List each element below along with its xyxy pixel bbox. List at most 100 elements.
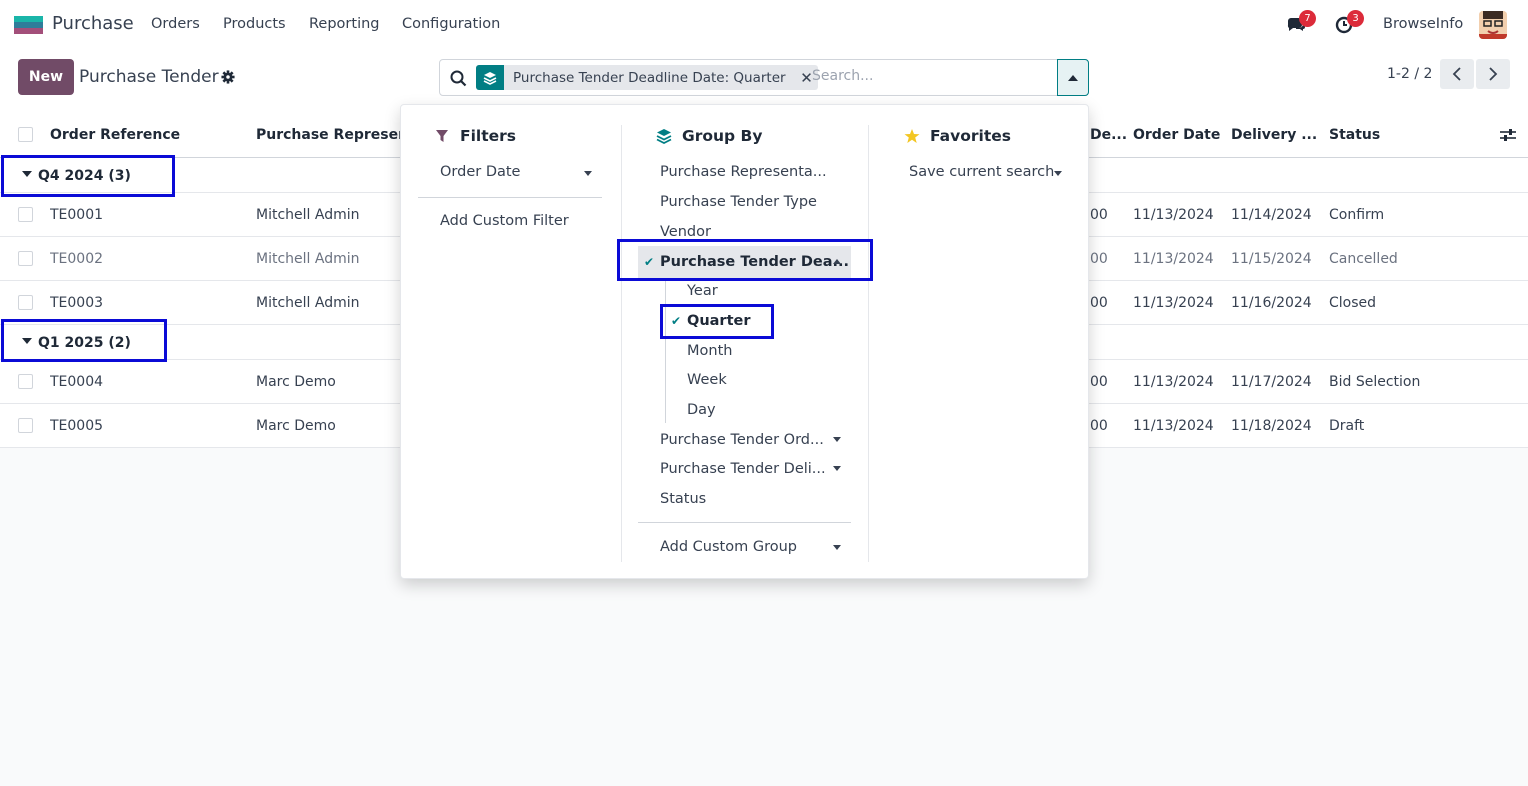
interval-year[interactable]: Year	[687, 283, 718, 299]
pager-value[interactable]: 1-2 / 2	[1387, 66, 1432, 82]
interval-week[interactable]: Week	[687, 372, 727, 388]
apps-menu-icon[interactable]	[14, 16, 43, 34]
cell-order-date: 11/13/2024	[1133, 207, 1214, 223]
column-purchase-representative[interactable]: Purchase Represent	[256, 127, 406, 143]
messages-badge: 7	[1299, 10, 1316, 27]
filters-divider	[418, 197, 602, 198]
add-custom-group[interactable]: Add Custom Group	[660, 539, 797, 555]
groupby-divider	[638, 522, 851, 523]
favorites-title: Favorites	[904, 127, 1011, 145]
check-icon: ✔	[644, 255, 655, 269]
cell-order-date: 11/13/2024	[1133, 295, 1214, 311]
interval-day[interactable]: Day	[687, 402, 716, 418]
row-checkbox[interactable]	[18, 418, 33, 433]
cell-status: Draft	[1329, 418, 1365, 434]
cell-order-date: 11/13/2024	[1133, 374, 1214, 390]
add-custom-filter[interactable]: Add Custom Filter	[440, 213, 569, 229]
chevron-left-icon	[1452, 67, 1461, 81]
menu-orders[interactable]: Orders	[151, 16, 200, 32]
user-avatar[interactable]	[1479, 11, 1507, 39]
caret-up-icon[interactable]	[833, 259, 841, 264]
cell-order-reference: TE0002	[50, 251, 104, 267]
toggle-search-panel-button[interactable]	[1057, 59, 1089, 96]
caret-down-icon[interactable]	[1054, 171, 1062, 176]
caret-down-icon[interactable]	[833, 545, 841, 550]
select-all-checkbox[interactable]	[18, 127, 33, 142]
column-delivery-date[interactable]: Delivery ...	[1231, 127, 1317, 143]
save-current-search[interactable]: Save current search	[909, 164, 1054, 180]
caret-down-icon[interactable]	[833, 466, 841, 471]
row-checkbox[interactable]	[18, 207, 33, 222]
cell-purchase-representative: Mitchell Admin	[256, 295, 360, 311]
group-label: Q1 2025 (2)	[22, 335, 131, 351]
cell-order-reference: TE0001	[50, 207, 104, 223]
interval-month[interactable]: Month	[687, 343, 732, 359]
column-status[interactable]: Status	[1329, 127, 1380, 143]
cell-status: Closed	[1329, 295, 1377, 311]
interval-guide-line	[665, 281, 666, 423]
groupby-status[interactable]: Status	[660, 491, 706, 507]
row-checkbox[interactable]	[18, 374, 33, 389]
groupby-purchase-tender-delivery-date[interactable]: Purchase Tender Deli...	[660, 461, 826, 477]
facet-label: Purchase Tender Deadline Date: Quarter	[513, 69, 786, 86]
column-divider	[621, 125, 622, 562]
column-deadline[interactable]: De...	[1090, 127, 1127, 143]
groupby-purchase-tender-type[interactable]: Purchase Tender Type	[660, 194, 817, 210]
activities-badge: 3	[1347, 10, 1364, 27]
cell-deadline: 00	[1090, 374, 1108, 390]
pager-next-button[interactable]	[1476, 59, 1510, 89]
optional-columns-sliders-icon[interactable]	[1500, 128, 1516, 142]
cell-deadline: 00	[1090, 295, 1108, 311]
caret-down-icon	[22, 338, 32, 344]
activities-button[interactable]: 3	[1334, 10, 1364, 34]
top-navbar: Purchase Orders Products Reporting Confi…	[0, 0, 1528, 49]
menu-configuration[interactable]: Configuration	[402, 16, 500, 32]
messages-button[interactable]: 7	[1285, 10, 1316, 34]
column-order-date[interactable]: Order Date	[1133, 127, 1220, 143]
new-button[interactable]: New	[18, 59, 74, 95]
caret-up-icon	[1068, 74, 1078, 81]
cell-delivery-date: 11/15/2024	[1231, 251, 1312, 267]
menu-products[interactable]: Products	[223, 16, 286, 32]
group-label: Q4 2024 (3)	[22, 168, 131, 184]
user-face-icon	[1479, 11, 1507, 39]
groupby-purchase-tender-order-date[interactable]: Purchase Tender Ord...	[660, 432, 824, 448]
cell-delivery-date: 11/16/2024	[1231, 295, 1312, 311]
search-facet: Purchase Tender Deadline Date: Quarter ✕	[476, 65, 818, 90]
funnel-icon	[436, 130, 448, 142]
groupby-vendor[interactable]: Vendor	[660, 224, 711, 240]
cell-order-date: 11/13/2024	[1133, 251, 1214, 267]
breadcrumb-title: Purchase Tender	[79, 67, 219, 87]
caret-down-icon[interactable]	[584, 171, 592, 176]
column-order-reference[interactable]: Order Reference	[50, 127, 180, 143]
groupby-purchase-representative[interactable]: Purchase Representa...	[660, 164, 827, 180]
cell-order-reference: TE0004	[50, 374, 104, 390]
groupby-purchase-tender-deadline[interactable]: Purchase Tender Dea...	[660, 254, 849, 270]
cell-deadline: 00	[1090, 418, 1108, 434]
cell-delivery-date: 11/14/2024	[1231, 207, 1312, 223]
gear-icon[interactable]	[221, 70, 235, 84]
company-switcher[interactable]: BrowseInfo	[1383, 16, 1463, 32]
interval-quarter[interactable]: Quarter	[687, 313, 751, 329]
cell-deadline: 00	[1090, 207, 1108, 223]
cell-purchase-representative: Marc Demo	[256, 418, 336, 434]
caret-down-icon[interactable]	[833, 437, 841, 442]
cell-purchase-representative: Mitchell Admin	[256, 251, 360, 267]
column-divider	[868, 125, 869, 562]
layers-icon	[476, 65, 504, 90]
search-icon[interactable]	[450, 70, 467, 87]
filter-order-date[interactable]: Order Date	[440, 164, 520, 180]
row-checkbox[interactable]	[18, 295, 33, 310]
search-input[interactable]	[812, 68, 1042, 84]
layers-icon	[656, 129, 672, 144]
cell-order-date: 11/13/2024	[1133, 418, 1214, 434]
caret-down-icon	[22, 171, 32, 177]
app-name[interactable]: Purchase	[52, 13, 134, 34]
menu-reporting[interactable]: Reporting	[309, 16, 380, 32]
cell-purchase-representative: Marc Demo	[256, 374, 336, 390]
row-checkbox[interactable]	[18, 251, 33, 266]
cell-deadline: 00	[1090, 251, 1108, 267]
cell-order-reference: TE0003	[50, 295, 104, 311]
cell-delivery-date: 11/18/2024	[1231, 418, 1312, 434]
pager-previous-button[interactable]	[1440, 59, 1474, 89]
